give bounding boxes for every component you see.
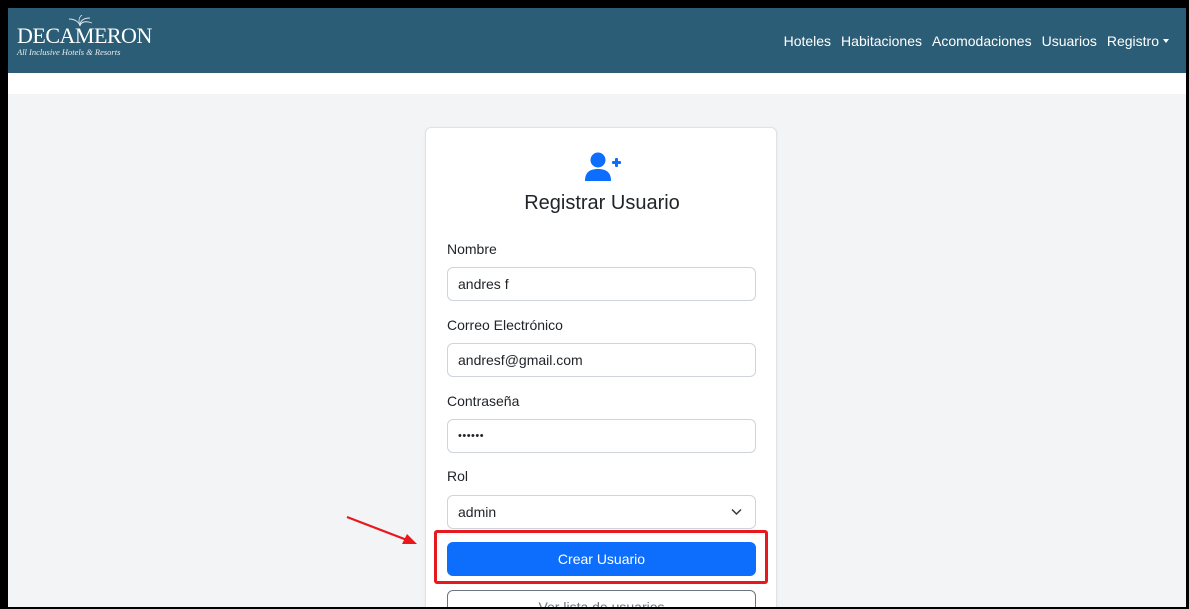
- form-title: Registrar Usuario: [524, 192, 680, 214]
- name-label: Nombre: [447, 241, 497, 257]
- password-label: Contraseña: [447, 393, 520, 409]
- brand-tagline: All Inclusive Hotels & Resorts: [17, 46, 121, 57]
- nav-item-registro[interactable]: Registro: [1102, 33, 1174, 49]
- nav-item-usuarios[interactable]: Usuarios: [1037, 33, 1102, 49]
- nav-links: Hoteles Habitaciones Acomodaciones Usuar…: [779, 33, 1174, 49]
- brand-logo[interactable]: DECAMERON All Inclusive Hotels & Resorts: [17, 14, 152, 57]
- role-select[interactable]: admin: [447, 495, 756, 529]
- user-plus-icon: [585, 152, 621, 181]
- nav-item-habitaciones[interactable]: Habitaciones: [836, 33, 927, 49]
- email-label: Correo Electrónico: [447, 317, 563, 333]
- create-user-button[interactable]: Crear Usuario: [447, 542, 756, 576]
- arrow-annotation-icon: [346, 515, 417, 544]
- navbar: DECAMERON All Inclusive Hotels & Resorts…: [8, 8, 1186, 73]
- caret-down-icon: [1163, 38, 1169, 43]
- password-input[interactable]: ••••••: [447, 419, 756, 453]
- name-value: andres f: [458, 276, 509, 292]
- password-value: ••••••: [458, 430, 485, 442]
- email-value: andresf@gmail.com: [458, 352, 583, 368]
- role-label: Rol: [447, 468, 469, 484]
- register-card: Registrar Usuario Nombre andres f Correo…: [425, 127, 777, 609]
- nav-item-acomodaciones[interactable]: Acomodaciones: [927, 33, 1037, 49]
- frame-top: [0, 0, 1189, 8]
- nav-item-registro-label: Registro: [1106, 32, 1159, 49]
- frame-left: [0, 0, 8, 609]
- palm-logo-icon: [68, 14, 93, 26]
- name-input[interactable]: andres f: [447, 267, 756, 301]
- chevron-down-icon: [731, 508, 742, 516]
- email-input[interactable]: andresf@gmail.com: [447, 343, 756, 377]
- brand-name: DECAMERON: [17, 22, 152, 48]
- nav-item-hoteles[interactable]: Hoteles: [779, 33, 836, 49]
- role-value: admin: [458, 504, 497, 520]
